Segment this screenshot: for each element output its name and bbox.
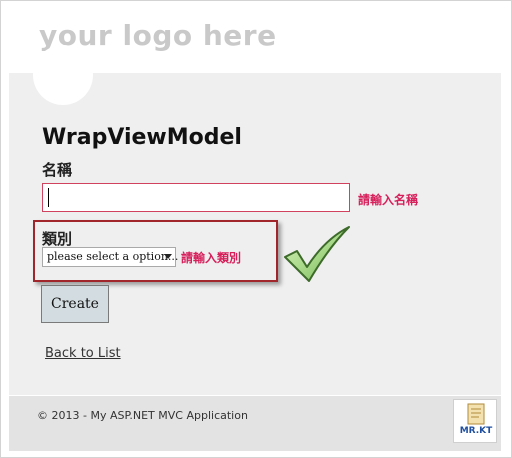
text-caret [48,188,49,207]
badge-label: MR.KT [459,426,493,436]
checkmark-icon [284,226,350,282]
category-label: 類別 [42,230,73,248]
category-validation-error: 請輸入類別 [181,251,242,265]
category-select[interactable]: please select a option... [42,247,179,267]
browser-viewport: your logo here WrapViewModel 名稱 請輸入名稱 類別… [0,0,512,458]
footer [9,396,501,451]
watermark-badge: MR.KT [453,399,497,443]
name-input[interactable] [42,183,350,212]
name-validation-error: 請輸入名稱 [358,193,419,207]
back-to-list-link[interactable]: Back to List [45,346,121,361]
name-label: 名稱 [42,161,73,179]
category-select-value: please select a option... [47,250,179,263]
create-button[interactable]: Create [41,285,109,323]
page-title: WrapViewModel [42,125,242,150]
decorative-circle [33,45,93,105]
footer-copyright: © 2013 - My ASP.NET MVC Application [37,409,248,422]
chevron-down-icon [164,254,172,259]
document-icon [467,403,485,425]
